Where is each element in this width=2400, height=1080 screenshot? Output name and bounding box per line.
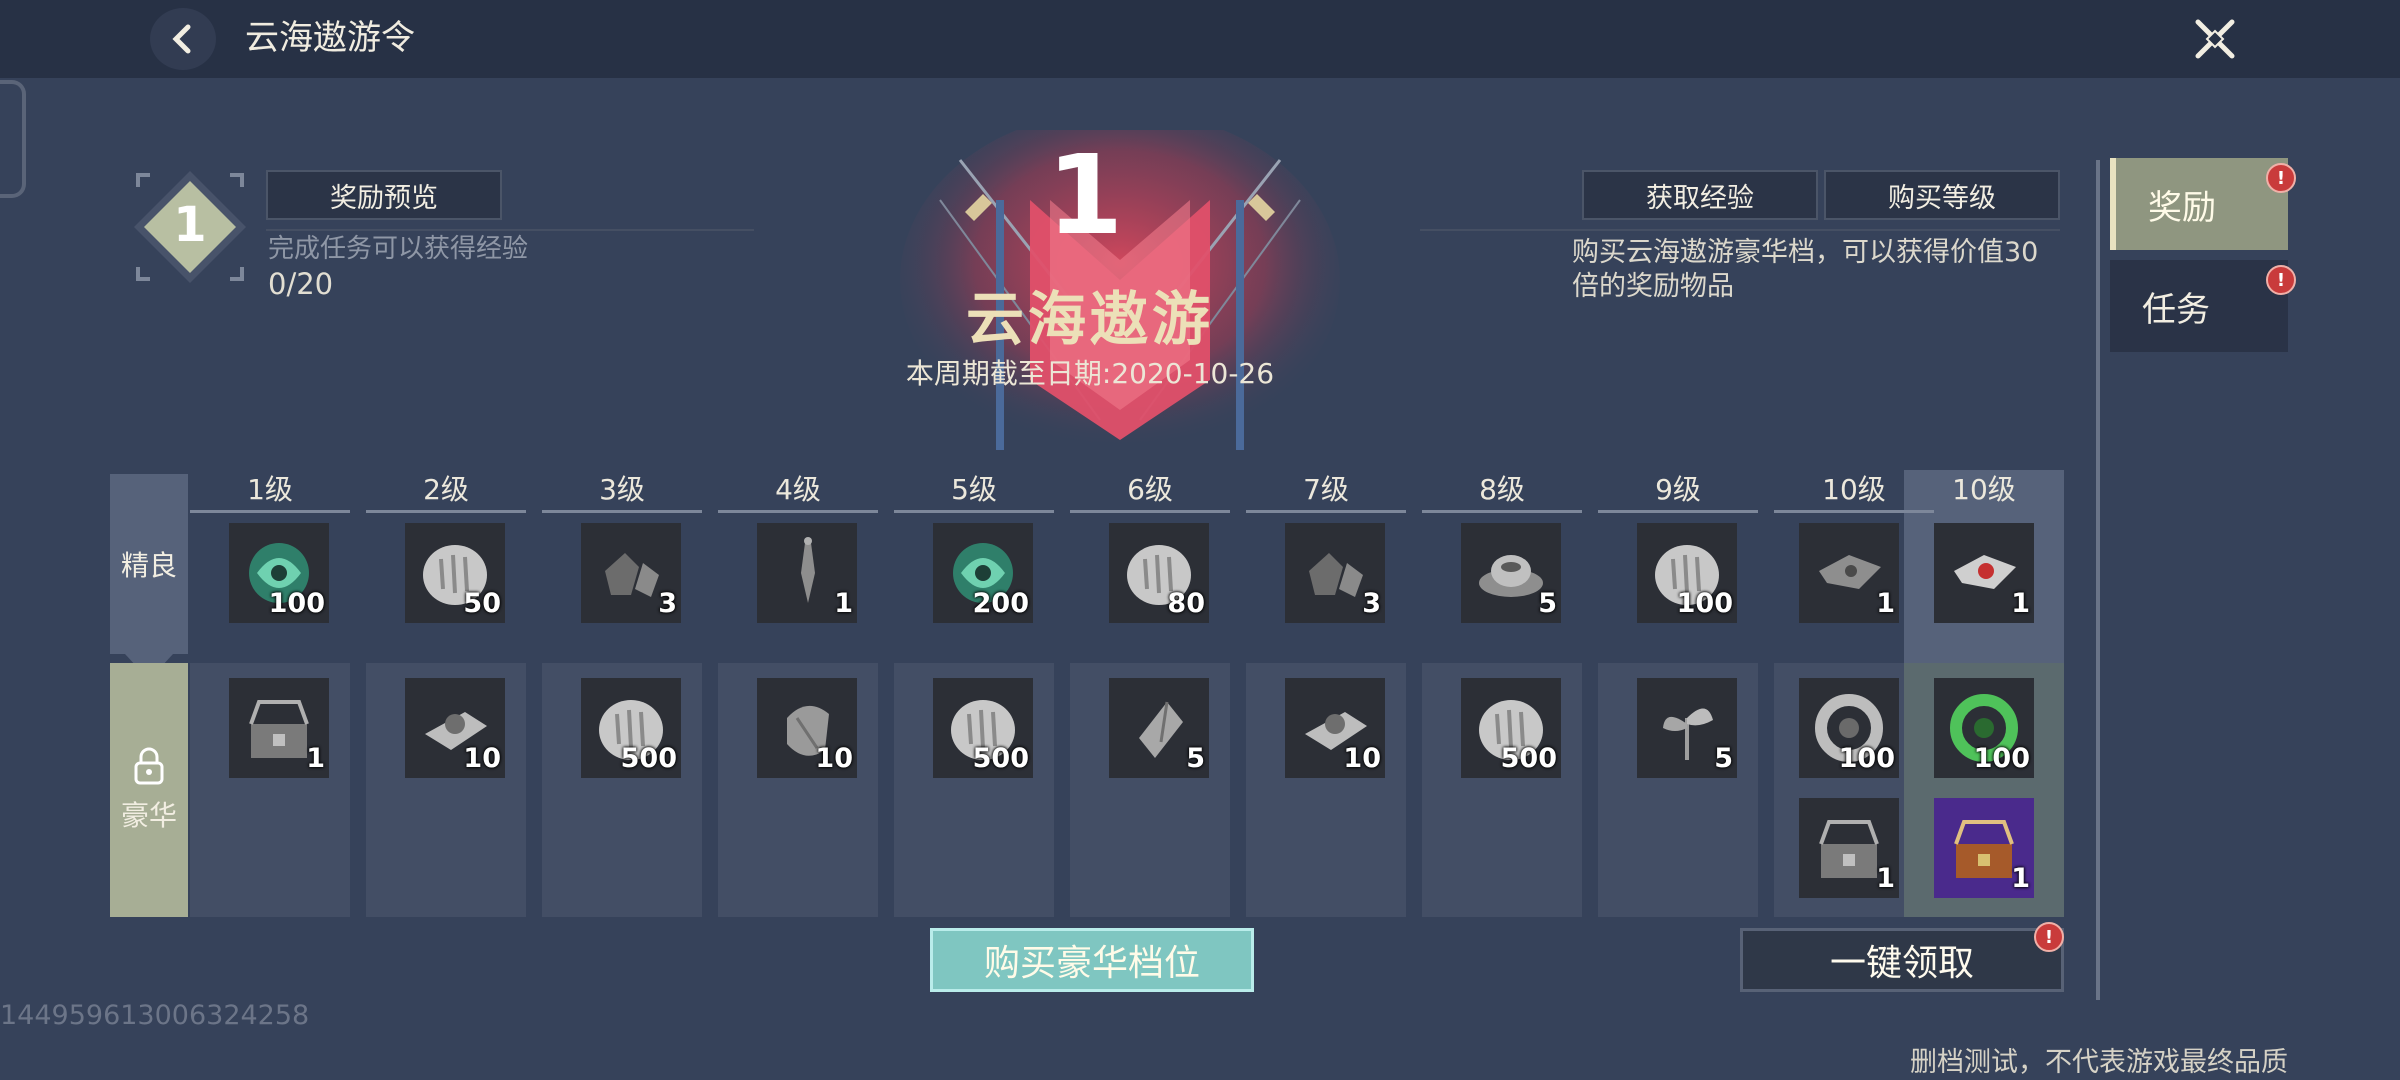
level-underline xyxy=(718,510,878,513)
item-count: 1 xyxy=(1876,863,1895,894)
reward-item[interactable]: 10 xyxy=(1285,678,1385,778)
item-count: 1 xyxy=(306,743,325,774)
claim-alert-badge: ! xyxy=(2034,922,2064,952)
level-underline xyxy=(542,510,702,513)
item-count: 100 xyxy=(1973,743,2030,774)
level-underline xyxy=(1598,510,1758,513)
level-underline xyxy=(894,510,1054,513)
level-header: 3级 xyxy=(599,473,645,506)
claim-all-button[interactable]: 一键领取 xyxy=(1740,928,2064,992)
item-count: 100 xyxy=(268,588,325,619)
reward-item[interactable]: 100 xyxy=(1934,678,2034,778)
reward-item[interactable]: 200 xyxy=(933,523,1033,623)
item-count: 10 xyxy=(815,743,853,774)
reward-item[interactable]: 500 xyxy=(581,678,681,778)
reward-item[interactable]: 5 xyxy=(1461,523,1561,623)
item-count: 3 xyxy=(658,588,677,619)
level-header: 9级 xyxy=(1655,473,1701,506)
item-count: 5 xyxy=(1538,588,1557,619)
item-count: 500 xyxy=(972,743,1029,774)
item-count: 1 xyxy=(1876,588,1895,619)
reward-item[interactable]: 50 xyxy=(405,523,505,623)
reward-item[interactable]: 1 xyxy=(1934,798,2034,898)
level-underline xyxy=(190,510,350,513)
item-count: 80 xyxy=(1167,588,1205,619)
reward-item[interactable]: 10 xyxy=(757,678,857,778)
level-underline xyxy=(366,510,526,513)
reward-item[interactable]: 1 xyxy=(1934,523,2034,623)
level-header: 10级 xyxy=(1952,473,2016,506)
reward-item[interactable]: 1 xyxy=(1799,798,1899,898)
reward-item[interactable]: 1 xyxy=(1799,523,1899,623)
test-notice: 删档测试，不代表游戏最终品质 xyxy=(1910,1047,2288,1078)
reward-item[interactable]: 100 xyxy=(1637,523,1737,623)
item-count: 10 xyxy=(1343,743,1381,774)
item-count: 50 xyxy=(463,588,501,619)
reward-item[interactable]: 5 xyxy=(1109,678,1209,778)
reward-item[interactable]: 500 xyxy=(933,678,1033,778)
item-count: 100 xyxy=(1838,743,1895,774)
player-uid: 144959613006324258 xyxy=(0,1000,310,1031)
item-count: 1 xyxy=(834,588,853,619)
reward-grid: 1级 100 1 2级 50 10 3级 3 500 4级 1 10 5级 200 500 6级 80 5 7级 3 1… xyxy=(0,0,2400,1080)
level-underline xyxy=(1246,510,1406,513)
item-count: 10 xyxy=(463,743,501,774)
reward-item[interactable]: 1 xyxy=(757,523,857,623)
level-header: 4级 xyxy=(775,473,821,506)
level-underline xyxy=(1422,510,1582,513)
item-count: 3 xyxy=(1362,588,1381,619)
reward-item[interactable]: 1 xyxy=(229,678,329,778)
reward-item[interactable]: 3 xyxy=(1285,523,1385,623)
level-header: 2级 xyxy=(423,473,469,506)
level-header: 6级 xyxy=(1127,473,1173,506)
item-count: 5 xyxy=(1186,743,1205,774)
reward-item[interactable]: 80 xyxy=(1109,523,1209,623)
item-count: 1 xyxy=(2011,863,2030,894)
reward-item[interactable]: 10 xyxy=(405,678,505,778)
item-count: 500 xyxy=(1500,743,1557,774)
level-underline xyxy=(1070,510,1230,513)
level-header: 5级 xyxy=(951,473,997,506)
level-header: 1级 xyxy=(247,473,293,506)
item-count: 1 xyxy=(2011,588,2030,619)
reward-item[interactable]: 5 xyxy=(1637,678,1737,778)
level-header: 7级 xyxy=(1303,473,1349,506)
item-count: 500 xyxy=(620,743,677,774)
reward-item[interactable]: 100 xyxy=(1799,678,1899,778)
item-count: 200 xyxy=(972,588,1029,619)
reward-item[interactable]: 100 xyxy=(229,523,329,623)
reward-item[interactable]: 500 xyxy=(1461,678,1561,778)
item-count: 100 xyxy=(1676,588,1733,619)
buy-luxury-button[interactable]: 购买豪华档位 xyxy=(930,928,1254,992)
level-underline xyxy=(1774,510,1934,513)
reward-item[interactable]: 3 xyxy=(581,523,681,623)
item-count: 5 xyxy=(1714,743,1733,774)
level-header: 8级 xyxy=(1479,473,1525,506)
